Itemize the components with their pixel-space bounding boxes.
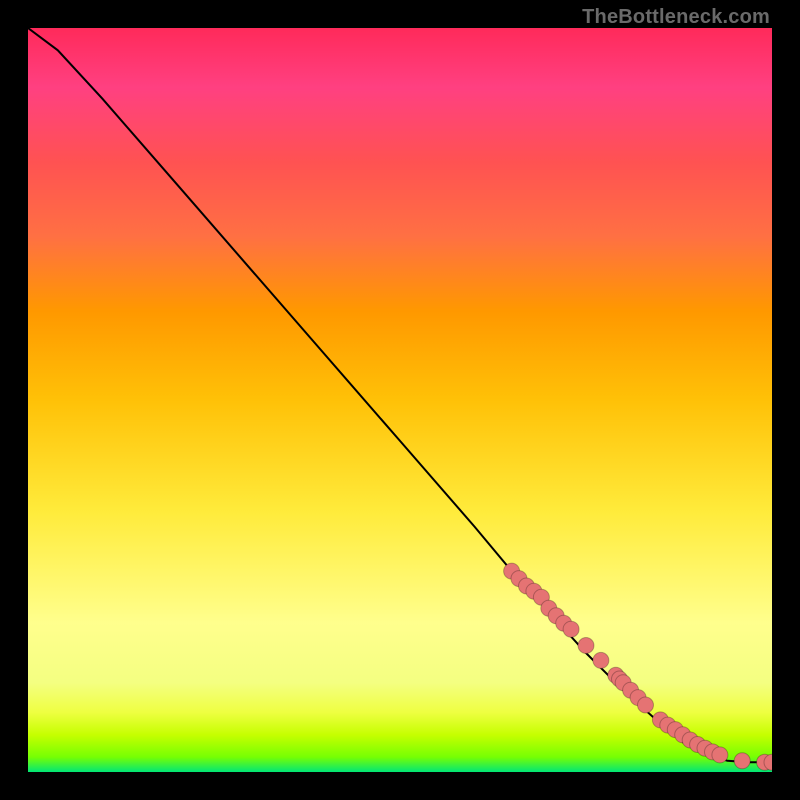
data-point (638, 697, 654, 713)
data-point (593, 652, 609, 668)
data-point (712, 747, 728, 763)
scatter-points (504, 563, 772, 770)
plot-area (28, 28, 772, 772)
data-point (578, 638, 594, 654)
data-point (734, 753, 750, 769)
chart-frame: TheBottleneck.com (0, 0, 800, 800)
data-point (563, 621, 579, 637)
bottleneck-curve (28, 28, 772, 762)
attribution-label: TheBottleneck.com (582, 6, 770, 29)
chart-overlay (28, 28, 772, 772)
